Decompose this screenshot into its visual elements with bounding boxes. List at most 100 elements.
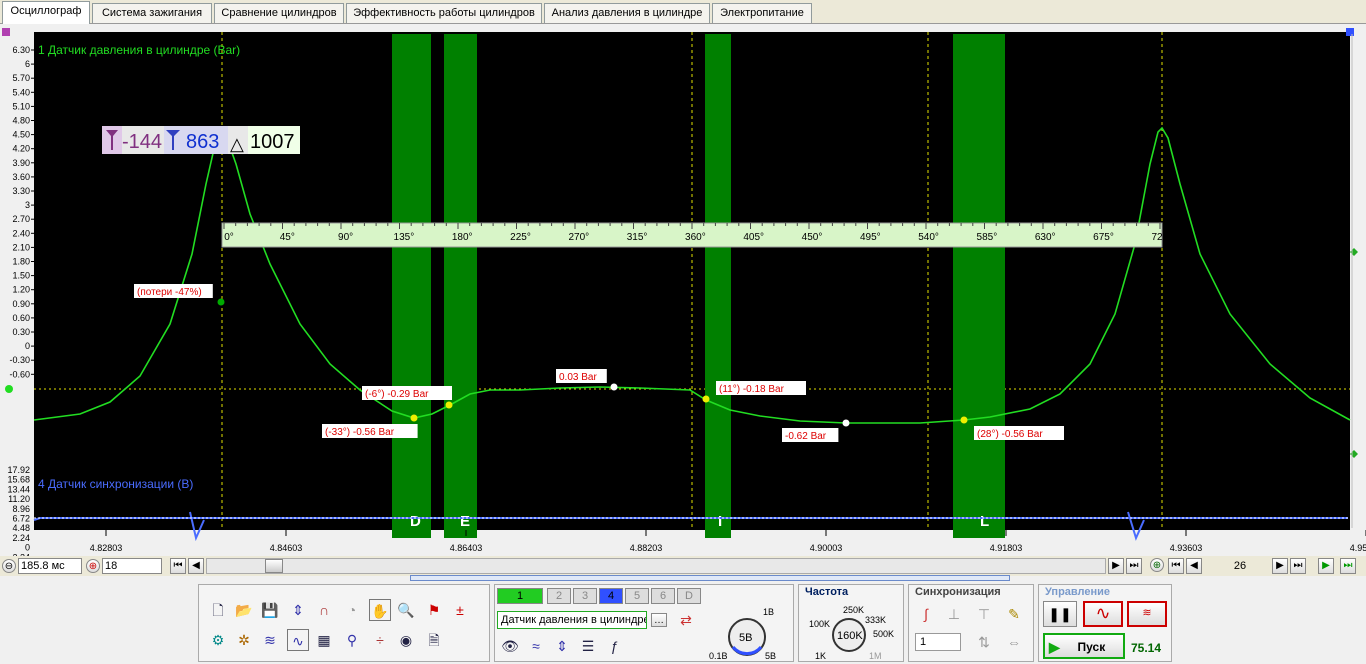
navigation-bar: ⊖ 185.8 мс ⊕ 18 ⏮ ◀ ▶ ⏭ ⊕ ⏮ ◀ 26 ▶ ⏭ ▶ ⏭ — [0, 556, 1366, 576]
y-tick-label: 1.80 — [12, 257, 30, 267]
frequency-panel: Частота 160K 100K 250K 333K 500K 1K 1M — [798, 584, 904, 662]
y-tick-label: 3.90 — [12, 158, 30, 168]
y-tick-label: 15.68 — [7, 475, 30, 485]
notes-icon[interactable]: 🗎 — [423, 629, 445, 651]
tab-cylinder-efficiency[interactable]: Эффективность работы цилиндров — [346, 3, 542, 23]
zoom-in-icon[interactable]: ⊕ — [86, 559, 100, 573]
edge-up-icon[interactable]: ⊥ — [943, 603, 965, 625]
y-tick-label: 5.40 — [12, 87, 30, 97]
sync-channel-select[interactable]: 1 — [915, 633, 961, 651]
zone-letter: L — [980, 513, 989, 530]
new-file-icon[interactable]: 🗋 — [207, 599, 229, 621]
svg-text:5В: 5В — [739, 632, 752, 644]
marker-flag-icon[interactable]: ⚑ — [423, 599, 445, 621]
single-wave-button[interactable]: ∿ — [1083, 601, 1123, 627]
overview-bar[interactable] — [410, 575, 1010, 581]
tab-cylinder-compare[interactable]: Сравнение цилиндров — [214, 3, 344, 23]
source-select[interactable]: Датчик давления в цилиндре — [497, 611, 647, 629]
sync-auto-icon[interactable]: ✎ — [1003, 603, 1025, 625]
channel-3-button[interactable]: 3 — [573, 588, 597, 604]
table-icon[interactable]: ▦ — [313, 629, 335, 651]
y-tick-label: 8.96 — [12, 504, 30, 514]
y-tick-label: 1.50 — [12, 271, 30, 281]
oscilloscope-display[interactable]: D E I L 6.30 6 5.70 5.40 5.10 4.80 4.50 4.20 3.90 3.… — [0, 24, 1366, 556]
zoom-select[interactable]: 18 — [102, 558, 162, 574]
last-frame-icon[interactable]: ⏭ — [1126, 558, 1142, 574]
channel-d-button[interactable]: D — [677, 588, 701, 604]
sync-level-icon[interactable]: ⇅ — [973, 631, 995, 653]
hand-tool-icon[interactable]: ✋ — [369, 599, 391, 621]
svg-text:1M: 1M — [869, 651, 882, 661]
annotation-label: 0.03 Bar — [559, 372, 597, 383]
control-area: ⊖ 185.8 мс ⊕ 18 ⏮ ◀ ▶ ⏭ ⊕ ⏮ ◀ 26 ▶ ⏭ ▶ ⏭… — [0, 556, 1366, 664]
zero-offset-icon[interactable]: ± — [449, 599, 471, 621]
first-frame-icon[interactable]: ⏮ — [170, 558, 186, 574]
annotation-label: (11°) -0.18 Bar — [719, 384, 785, 395]
edge-down-icon[interactable]: ⊤ — [973, 603, 995, 625]
tab-ignition[interactable]: Система зажигания — [92, 3, 212, 23]
source-more-button[interactable]: … — [651, 613, 667, 627]
frame-next-icon[interactable]: ▶ — [1272, 558, 1288, 574]
channel-6-button[interactable]: 6 — [651, 588, 675, 604]
channel-settings-icon[interactable]: ⇄ — [675, 609, 697, 631]
overlay-icon[interactable]: ∿ — [287, 629, 309, 651]
channel-5-button[interactable]: 5 — [625, 588, 649, 604]
y-tick-label: -0.60 — [9, 369, 30, 379]
tab-pressure-analysis[interactable]: Анализ давления в цилиндре — [544, 3, 710, 23]
x-tick-label: 4.86403 — [450, 543, 483, 553]
angle-tick-label: 45° — [280, 232, 295, 243]
timeline-scrollbar[interactable] — [206, 558, 1106, 574]
zoom-out-icon[interactable]: ⊖ — [2, 559, 16, 573]
multi-wave-button[interactable]: ≋ — [1127, 601, 1167, 627]
next-icon[interactable]: ▶ — [1108, 558, 1124, 574]
svg-text:0.1В: 0.1В — [709, 651, 728, 661]
prev-icon[interactable]: ◀ — [188, 558, 204, 574]
y-tick-label: 2.40 — [12, 228, 30, 238]
start-button[interactable]: ▶ Пуск — [1043, 633, 1125, 659]
play-end-icon[interactable]: ⏭ — [1340, 558, 1356, 574]
range-dial[interactable]: 5В 0.1В 5В 1В — [707, 605, 793, 661]
y-tick-label: 0.90 — [12, 299, 30, 309]
invert-icon[interactable]: ≈ — [525, 635, 547, 657]
tools-panel: 🗋 📂 💾 ⇕ ∩ ◔ ✋ 🔍 ⚑ ± ⚙ ✲ ≋ ∿ ▦ ⚲ ÷ ◉ 🗎 — [198, 584, 490, 662]
math-icon[interactable]: ✲ — [233, 629, 255, 651]
probe-icon[interactable]: ⚙ — [207, 629, 229, 651]
rising-edge-icon[interactable]: ∫ — [915, 603, 937, 625]
channel-1-button[interactable]: 1 — [497, 588, 543, 604]
marker-point — [445, 401, 453, 409]
divide-icon[interactable]: ÷ — [369, 629, 391, 651]
channel-4-button[interactable]: 4 — [599, 588, 623, 604]
tab-oscilloscope[interactable]: Осциллограф — [2, 1, 90, 24]
auto-setup-icon[interactable]: ◉ — [395, 629, 417, 651]
frame-prev-icon[interactable]: ◀ — [1186, 558, 1202, 574]
waveform-icon[interactable]: ≋ — [259, 629, 281, 651]
save-icon[interactable]: 💾 — [259, 599, 281, 621]
marker-point — [702, 395, 710, 403]
frequency-dial[interactable]: 160K 100K 250K 333K 500K 1K 1M — [799, 597, 903, 661]
channel-2-button[interactable]: 2 — [547, 588, 571, 604]
add-frame-icon[interactable]: ⊕ — [1150, 558, 1164, 572]
angle-tick-label: 585° — [977, 232, 998, 243]
frame-last-icon[interactable]: ⏭ — [1290, 558, 1306, 574]
open-folder-icon[interactable]: 📂 — [233, 599, 255, 621]
pause-button[interactable]: ❚❚ — [1043, 601, 1077, 627]
timebase-select[interactable]: 185.8 мс — [18, 558, 82, 574]
filter-icon[interactable]: ⚲ — [341, 629, 363, 651]
x-tick-label: 4.93603 — [1170, 543, 1203, 553]
sync-position-icon[interactable]: ⇔ — [1003, 631, 1025, 653]
auto-icon[interactable]: ◔ — [341, 599, 363, 621]
function-icon[interactable]: ƒ — [603, 635, 625, 657]
lines-icon[interactable]: ☰ — [577, 635, 599, 657]
x-tick-label: 4.84603 — [270, 543, 303, 553]
frame-first-icon[interactable]: ⏮ — [1168, 558, 1184, 574]
y-tick-label: 2.70 — [12, 214, 30, 224]
tab-power[interactable]: Электропитание — [712, 3, 812, 23]
vertical-scale-icon[interactable]: ⇕ — [287, 599, 309, 621]
play-frames-icon[interactable]: ▶ — [1318, 558, 1334, 574]
channel1-offset-handle[interactable] — [5, 385, 13, 393]
eye-icon[interactable]: 👁 — [499, 635, 521, 657]
cursor-angle-icon[interactable]: ∩ — [313, 599, 335, 621]
zoom-tool-icon[interactable]: 🔍 — [395, 599, 417, 621]
scale-arrows-icon[interactable]: ⇕ — [551, 635, 573, 657]
y-tick-label: 4.50 — [12, 130, 30, 140]
